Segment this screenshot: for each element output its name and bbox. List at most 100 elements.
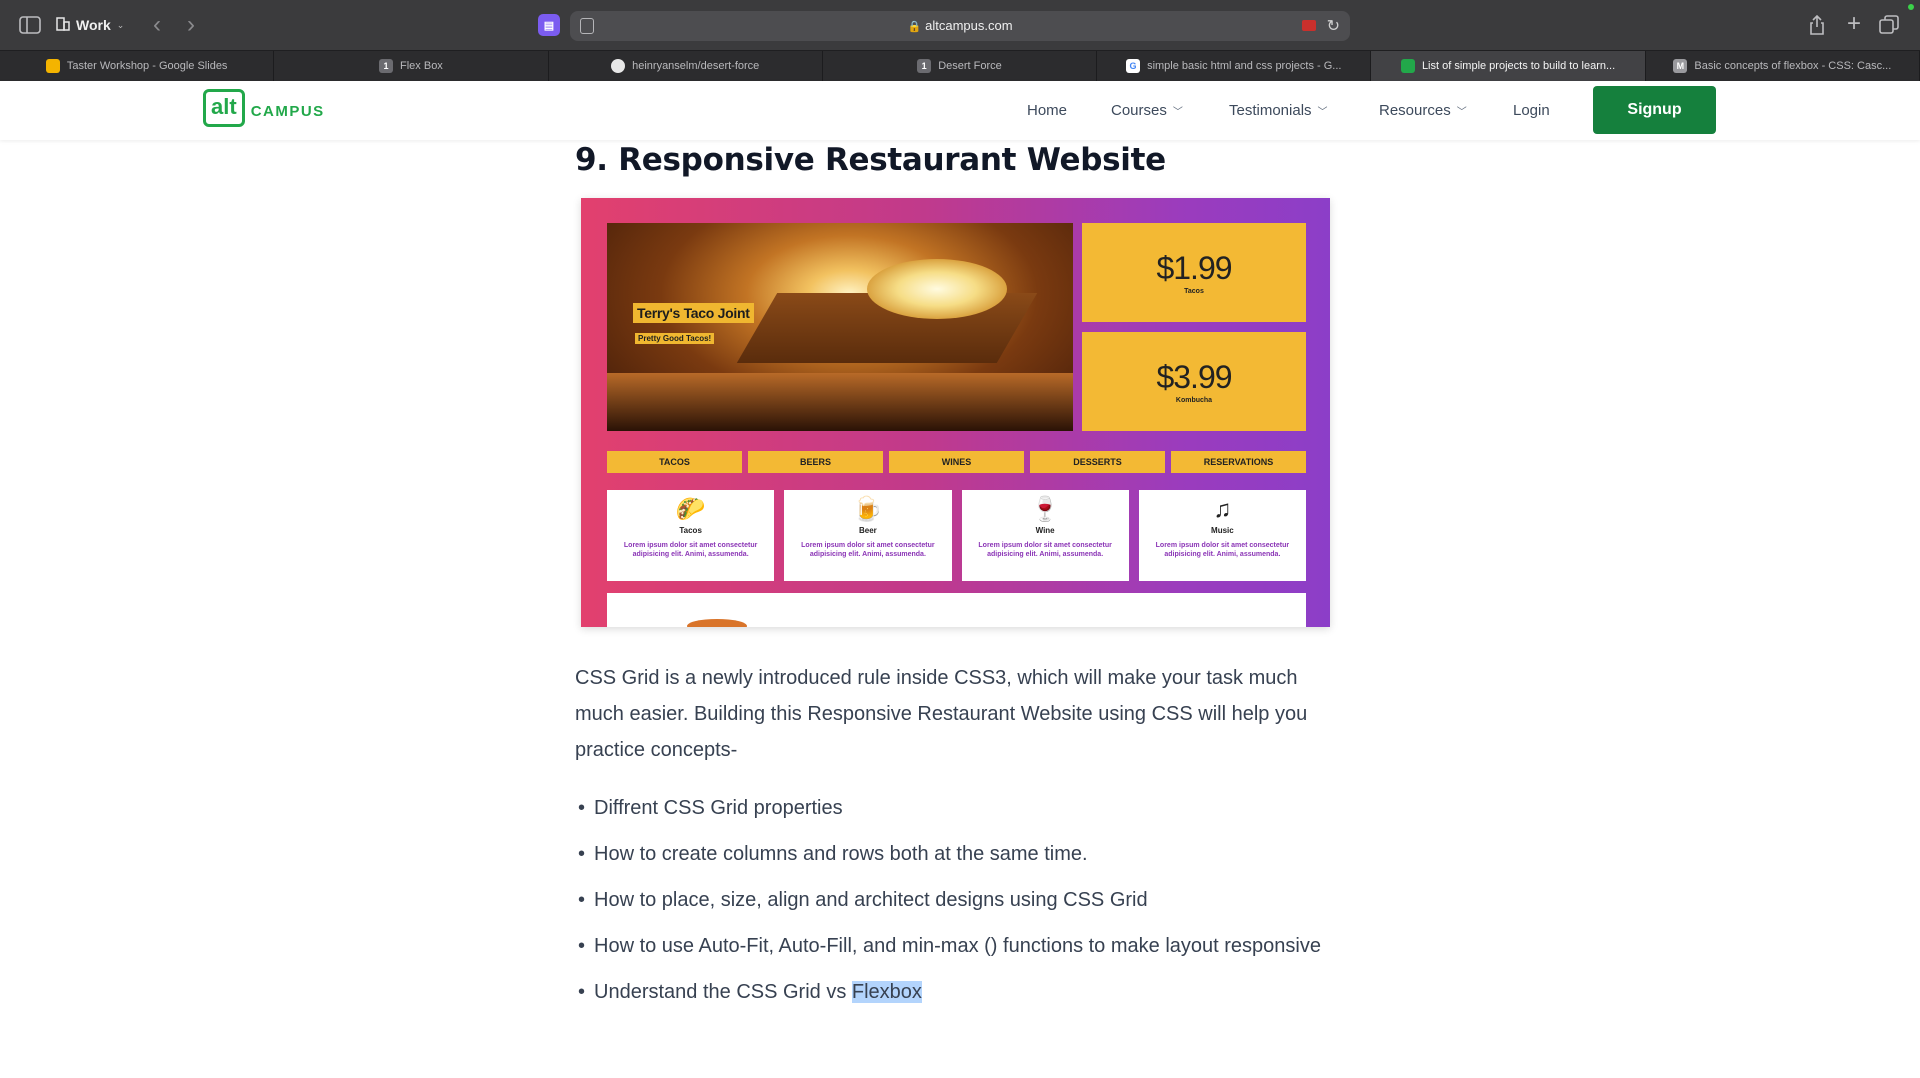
building-icon: [56, 16, 70, 34]
wine-icon: 🍷: [1030, 496, 1061, 523]
list-item-text: How to place, size, align and architect …: [594, 889, 1148, 911]
recording-indicator: [1908, 4, 1914, 10]
bullet-dot: •: [578, 981, 586, 1003]
browser-tab-title: simple basic html and css projects - G..…: [1147, 60, 1342, 72]
list-item: • Understand the CSS Grid vs Flexbox: [575, 974, 1345, 1010]
chevron-down-icon: ﹀: [1317, 107, 1328, 118]
list-item: • How to use Auto-Fit, Auto-Fill, and min…: [575, 928, 1345, 964]
mdn-icon: M: [1673, 59, 1688, 73]
bullet-dot: •: [578, 843, 586, 865]
nav-testimonials-label: Testimonials: [1229, 102, 1312, 119]
nav-resources[interactable]: Resources ﹀: [1379, 81, 1467, 140]
list-item-text: How to use Auto-Fit, Auto-Fill, and min-…: [594, 935, 1321, 957]
menu-card: 🍷 Wine Lorem ipsum dolor sit amet consec…: [961, 490, 1129, 581]
list-item-text: How to create columns and rows both at t…: [594, 843, 1088, 865]
browser-tab[interactable]: Gsimple basic html and css projects - G.…: [1097, 51, 1372, 81]
nav-courses[interactable]: Courses ﹀: [1111, 81, 1183, 140]
tab-overview-icon[interactable]: [1878, 14, 1900, 36]
hero-title: Terry's Taco Joint: [633, 303, 754, 323]
browser-tab[interactable]: 1 Flex Box: [274, 51, 549, 81]
beer-icon: 🍺: [852, 496, 883, 523]
url-text: altcampus.com: [925, 18, 1013, 33]
price-label: Tacos: [1184, 288, 1204, 295]
browser-tab-title: heinryanselm/desert-force: [632, 60, 760, 72]
one-icon: 1: [379, 59, 394, 73]
address-bar[interactable]: 🔒 altcampus.com ↻: [570, 11, 1350, 41]
price-box: $3.99 Kombucha: [1082, 332, 1306, 431]
taco-icon: 🌮: [675, 496, 706, 523]
browser-toolbar: Work ⌄ ‹ › ▤ 🔒 altcampus.com ↻ +: [0, 0, 1920, 51]
card-name: Wine: [1035, 526, 1055, 535]
card-description: Lorem ipsum dolor sit amet consectetur a…: [801, 542, 935, 558]
site-header: alt CAMPUS Home Courses ﹀ Testimonials ﹀…: [0, 81, 1920, 140]
partial-card: [607, 593, 1306, 627]
music-icon: ♫: [1213, 496, 1232, 523]
menu-item: RESERVATIONS: [1171, 451, 1306, 473]
github-icon: [611, 59, 626, 73]
reload-icon[interactable]: ↻: [1327, 16, 1340, 36]
altcampus-logo[interactable]: alt CAMPUS: [203, 89, 325, 127]
menu-card: ♫ Music Lorem ipsum dolor sit amet conse…: [1138, 490, 1306, 581]
browser-tab-title: Basic concepts of flexbox - CSS: Casc...: [1694, 60, 1892, 72]
card-description: Lorem ipsum dolor sit amet consectetur a…: [623, 542, 758, 558]
chevron-down-icon: ﹀: [1456, 107, 1467, 118]
browser-tab[interactable]: 1 Desert Force: [823, 51, 1098, 81]
sidebar-toggle-icon[interactable]: [18, 14, 42, 36]
chevron-down-icon: ⌄: [116, 19, 125, 30]
selected-text[interactable]: Flexbox: [851, 981, 922, 1003]
browser-tab[interactable]: Taster Workshop - Google Slides: [0, 51, 275, 81]
back-arrow-icon[interactable]: ‹: [146, 11, 168, 38]
nav-courses-label: Courses: [1111, 102, 1167, 119]
menu-item: WINES: [889, 451, 1024, 473]
menu-item: TACOS: [607, 451, 742, 473]
restaurant-screenshot: Terry's Taco Joint Pretty Good Tacos! $1…: [581, 198, 1330, 627]
lock-icon: 🔒: [907, 21, 922, 33]
hero-food: [867, 259, 1007, 319]
browser-tab-title: List of simple projects to build to lear…: [1421, 60, 1616, 72]
card-name: Beer: [858, 526, 877, 535]
nav-login[interactable]: Login: [1513, 81, 1550, 140]
article-paragraph: CSS Grid is a newly introduced rule insi…: [575, 667, 1308, 761]
new-tab-icon[interactable]: +: [1842, 10, 1866, 37]
card-description: Lorem ipsum dolor sit amet consectetur a…: [1155, 542, 1290, 558]
share-icon[interactable]: [1806, 13, 1828, 37]
bullet-dot: •: [578, 797, 586, 819]
browser-tab[interactable]: List of simple projects to build to lear…: [1371, 51, 1646, 81]
menu-item: DESSERTS: [1030, 451, 1165, 473]
logo-mark: alt: [203, 89, 245, 127]
chevron-down-icon: ﹀: [1172, 107, 1183, 118]
hero-table: [607, 373, 1073, 431]
signup-button[interactable]: Signup: [1593, 86, 1716, 134]
list-item-text: Understand the CSS Grid vs: [594, 981, 852, 1003]
nav-resources-label: Resources: [1379, 102, 1451, 119]
browser-tab[interactable]: M Basic concepts of flexbox - CSS: Casc..…: [1646, 51, 1920, 81]
nav-home[interactable]: Home: [1027, 81, 1067, 140]
menu-cards: 🌮 Tacos Lorem ipsum dolor sit amet conse…: [607, 490, 1306, 581]
menu-bar: TACOS BEERS WINES DESSERTS RESERVATIONS: [607, 451, 1306, 473]
card-name: Tacos: [679, 526, 702, 535]
tab-group-name: Work: [76, 17, 111, 33]
price-box: $1.99 Tacos: [1082, 223, 1306, 322]
forward-arrow-icon[interactable]: ›: [180, 11, 202, 38]
dish-image: [687, 619, 747, 627]
browser-tab[interactable]: heinryanselm/desert-force: [549, 51, 823, 81]
address-text[interactable]: 🔒 altcampus.com: [570, 18, 1350, 33]
nav-home-label: Home: [1027, 102, 1068, 119]
list-item: • How to create columns and rows both at …: [575, 836, 1345, 872]
list-item: • How to place, size, align and architect…: [575, 882, 1345, 918]
browser-tab-title: Flex Box: [400, 60, 443, 72]
nav-testimonials[interactable]: Testimonials ﹀: [1229, 81, 1328, 140]
tab-group-selector[interactable]: Work ⌄: [56, 13, 124, 37]
bullet-dot: •: [578, 889, 586, 911]
list-item-text: Diffrent CSS Grid properties: [594, 797, 843, 819]
screen-record-icon[interactable]: [1302, 20, 1316, 31]
price-amount: $3.99: [1156, 359, 1232, 395]
tab-strip: Taster Workshop - Google Slides 1 Flex Box…: [0, 51, 1920, 81]
menu-item: BEERS: [748, 451, 883, 473]
browser-tab-title: Desert Force: [938, 60, 1002, 72]
slides-icon: [45, 59, 60, 73]
price-label: Kombucha: [1175, 397, 1213, 404]
concept-list: • Diffrent CSS Grid properties • How to cr…: [575, 790, 1345, 1020]
google-icon: G: [1126, 59, 1141, 73]
extension-icon[interactable]: ▤: [538, 14, 560, 36]
